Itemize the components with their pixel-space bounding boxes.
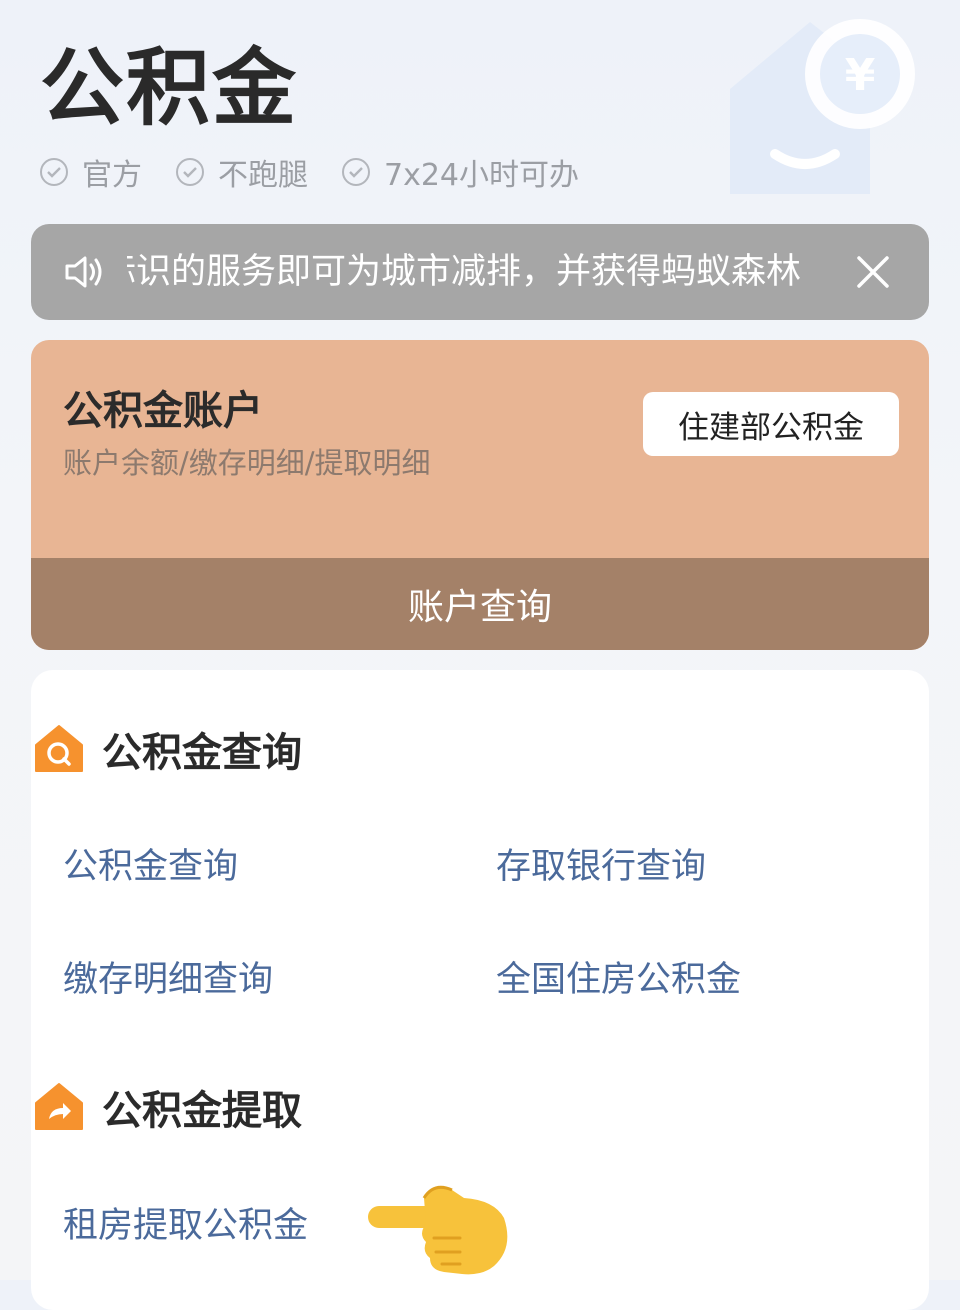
check-circle-icon [342, 158, 370, 186]
link-bank-query[interactable]: 存取银行查询 [496, 838, 706, 889]
feature-24h: 7x24小时可办 [342, 150, 579, 194]
notice-marquee: 标识的服务即可为城市减排，并获得蚂蚁森林 [127, 252, 802, 292]
link-rent-withdraw[interactable]: 租房提取公积金 [63, 1197, 308, 1248]
close-icon[interactable] [851, 250, 895, 294]
feature-label: 不跑腿 [218, 158, 308, 193]
link-fund-query[interactable]: 公积金查询 [63, 838, 238, 889]
feature-official: 官方 [40, 150, 142, 194]
link-deposit-detail-query[interactable]: 缴存明细查询 [63, 951, 273, 1002]
account-query-button[interactable]: 账户查询 [31, 558, 929, 650]
account-title: 公积金账户 [63, 388, 263, 434]
section-title: 公积金查询 [102, 730, 302, 776]
svg-text:¥: ¥ [845, 50, 876, 101]
speaker-icon [65, 256, 102, 288]
ministry-fund-button[interactable]: 住建部公积金 [643, 392, 899, 456]
query-section-header: 公积金查询 [32, 720, 302, 778]
page-title: 公积金 [40, 39, 299, 137]
account-subtitle: 账户余额/缴存明细/提取明细 [63, 446, 431, 480]
feature-list: 官方 不跑腿 7x24小时可办 [40, 150, 579, 194]
house-share-icon [35, 1083, 83, 1130]
pointing-hand-icon [368, 1185, 508, 1275]
withdraw-section-header: 公积金提取 [32, 1078, 302, 1136]
notice-banner[interactable]: 标识的服务即可为城市减排，并获得蚂蚁森林 [31, 224, 929, 320]
account-card[interactable]: 公积金账户 账户余额/缴存明细/提取明细 住建部公积金 账户查询 [31, 340, 929, 650]
house-yuan-icon: ¥ [730, 19, 915, 194]
house-search-icon [35, 725, 83, 772]
check-circle-icon [40, 158, 68, 186]
feature-no-trip: 不跑腿 [176, 150, 308, 194]
section-title: 公积金提取 [102, 1088, 302, 1134]
feature-label: 7x24小时可办 [384, 158, 580, 193]
link-national-housing-fund[interactable]: 全国住房公积金 [496, 951, 741, 1002]
feature-label: 官方 [82, 158, 142, 193]
check-circle-icon [176, 158, 204, 186]
notice-text: 标识的服务即可为城市减排，并获得蚂蚁森林 [127, 224, 867, 320]
